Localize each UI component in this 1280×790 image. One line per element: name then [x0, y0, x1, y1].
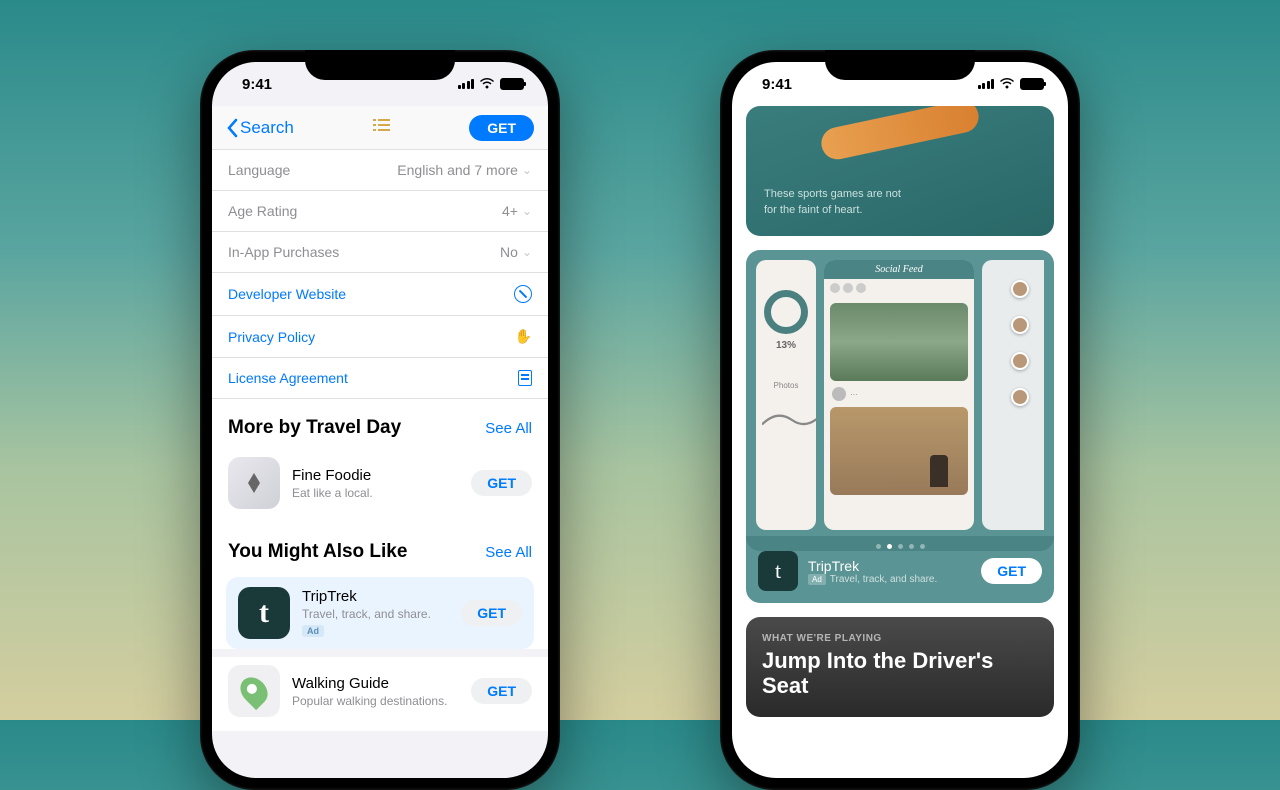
status-indicators [458, 78, 525, 90]
app-icon [228, 457, 280, 509]
section-title: More by Travel Day [228, 417, 401, 439]
info-label: In-App Purchases [228, 244, 339, 260]
map-pin-icon [1011, 388, 1029, 406]
map-pin-icon [1011, 316, 1029, 334]
section-title: You Might Also Like [228, 541, 407, 563]
editorial-eyebrow: WHAT WE'RE PLAYING [762, 633, 1038, 644]
donut-chart [764, 290, 808, 334]
ad-badge: Ad [808, 574, 826, 585]
get-button[interactable]: GET [461, 600, 522, 626]
get-button[interactable]: GET [471, 678, 532, 704]
app-row-fine-foodie[interactable]: Fine Foodie Eat like a local. GET [212, 449, 548, 523]
phone-mockup-left: 9:41 Search GET Language English and 7 m… [200, 50, 560, 790]
donut-value: 13% [756, 340, 816, 351]
info-label: Privacy Policy [228, 329, 315, 345]
app-name: TripTrek [808, 558, 971, 574]
editorial-card[interactable]: WHAT WE'RE PLAYING Jump Into the Driver'… [746, 617, 1054, 717]
ad-badge: Ad [302, 625, 324, 637]
app-subtitle: Travel, track, and share. [302, 607, 449, 621]
info-row-privacy-policy[interactable]: Privacy Policy ✋ [212, 316, 548, 358]
battery-icon [500, 78, 524, 90]
list-icon[interactable] [373, 118, 391, 137]
chevron-down-icon: ⌄ [522, 245, 532, 259]
map-route [982, 260, 1044, 426]
notch [825, 50, 975, 80]
wifi-icon [479, 78, 495, 90]
safari-icon [514, 285, 532, 303]
app-meta: TripTrek Travel, track, and share. Ad [302, 588, 449, 639]
screen-right: 9:41 These sports games are not for the … [732, 62, 1068, 778]
wifi-icon [999, 78, 1015, 90]
get-button[interactable]: GET [471, 470, 532, 496]
app-icon: t [758, 551, 798, 591]
sparkline [762, 402, 816, 432]
back-button[interactable]: Search [226, 118, 294, 138]
photos-label: Photos [756, 381, 816, 390]
map-pin-icon [1011, 352, 1029, 370]
cellular-icon [458, 79, 475, 89]
map-pin-icon [1011, 280, 1029, 298]
info-row-license[interactable]: License Agreement [212, 358, 548, 399]
info-value: No⌄ [500, 244, 532, 260]
skateboard-illustration [818, 106, 981, 162]
get-button[interactable]: GET [981, 558, 1042, 584]
chevron-down-icon: ⌄ [522, 204, 532, 218]
status-time: 9:41 [242, 76, 272, 93]
section-header-you-might: You Might Also Like See All [212, 523, 548, 573]
cellular-icon [978, 79, 995, 89]
nav-bar: Search GET [212, 106, 548, 150]
info-label: Age Rating [228, 203, 297, 219]
screen-left: 9:41 Search GET Language English and 7 m… [212, 62, 548, 778]
app-subtitle: Popular walking destinations. [292, 694, 459, 708]
info-row-iap[interactable]: In-App Purchases No⌄ [212, 232, 548, 273]
info-label: Language [228, 162, 290, 178]
info-value: English and 7 more⌄ [397, 162, 532, 178]
app-subtitle: Ad Travel, track, and share. [808, 574, 971, 585]
info-label: Developer Website [228, 286, 346, 302]
social-feed-header: Social Feed [824, 260, 974, 279]
hand-icon: ✋ [515, 328, 532, 345]
info-label: License Agreement [228, 370, 348, 386]
info-row-language[interactable]: Language English and 7 more⌄ [212, 150, 548, 191]
document-icon [518, 370, 532, 386]
phone-mockup-right: 9:41 These sports games are not for the … [720, 50, 1080, 790]
screenshot-3 [982, 260, 1044, 530]
editorial-title: Jump Into the Driver's Seat [762, 648, 1038, 699]
app-name: TripTrek [302, 588, 449, 605]
app-subtitle: Eat like a local. [292, 486, 459, 500]
hero-card-sports[interactable]: These sports games are not for the faint… [746, 106, 1054, 236]
pin-icon [235, 672, 273, 710]
back-label: Search [240, 118, 294, 138]
chevron-left-icon [226, 118, 238, 138]
info-row-age-rating[interactable]: Age Rating 4+⌄ [212, 191, 548, 232]
app-icon [228, 665, 280, 717]
app-info-list: Language English and 7 more⌄ Age Rating … [212, 150, 548, 399]
today-feed[interactable]: These sports games are not for the faint… [732, 106, 1068, 778]
feed-image-1 [830, 303, 968, 381]
screenshot-1: 13% Photos [756, 260, 816, 530]
app-meta: Fine Foodie Eat like a local. [292, 467, 459, 500]
chevron-down-icon: ⌄ [522, 163, 532, 177]
promo-card-triptrek[interactable]: 13% Photos Social Feed ··· [746, 250, 1054, 603]
status-indicators [978, 78, 1045, 90]
feed-image-2 [830, 407, 968, 495]
app-meta: TripTrek Ad Travel, track, and share. [808, 558, 971, 585]
app-icon: t [238, 587, 290, 639]
screenshot-2: Social Feed ··· [824, 260, 974, 530]
get-button-nav[interactable]: GET [469, 115, 534, 141]
app-name: Fine Foodie [292, 467, 459, 484]
app-row-triptrek-ad[interactable]: t TripTrek Travel, track, and share. Ad … [226, 577, 534, 649]
status-time: 9:41 [762, 76, 792, 93]
battery-icon [1020, 78, 1044, 90]
hero-caption: These sports games are not for the faint… [764, 187, 914, 218]
app-meta: Walking Guide Popular walking destinatio… [292, 675, 459, 708]
notch [305, 50, 455, 80]
info-row-developer-website[interactable]: Developer Website [212, 273, 548, 316]
info-value: 4+⌄ [502, 203, 532, 219]
see-all-link[interactable]: See All [485, 544, 532, 561]
screenshots-row: 13% Photos Social Feed ··· [756, 260, 1044, 530]
section-header-more-by: More by Travel Day See All [212, 399, 548, 449]
app-name: Walking Guide [292, 675, 459, 692]
see-all-link[interactable]: See All [485, 420, 532, 437]
